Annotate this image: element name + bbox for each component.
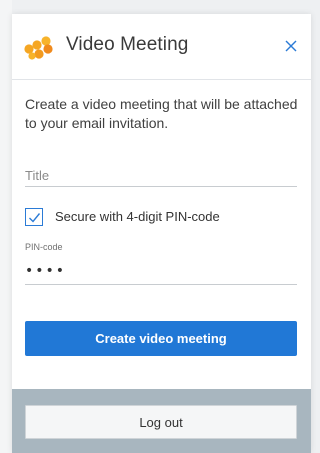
panel-title: Video Meeting xyxy=(66,34,189,55)
panel-footer: Log out xyxy=(12,389,311,453)
close-icon[interactable] xyxy=(282,37,300,55)
create-video-meeting-button[interactable]: Create video meeting xyxy=(25,321,297,356)
app-logo-icon xyxy=(24,36,58,60)
pin-code-label: PIN-code xyxy=(25,242,63,252)
checkmark-icon xyxy=(29,213,41,223)
panel-header: Video Meeting xyxy=(12,14,311,80)
title-underline xyxy=(25,186,297,187)
background-pane xyxy=(0,0,12,453)
pin-code-input[interactable] xyxy=(25,260,297,282)
secure-pin-checkbox[interactable] xyxy=(25,208,43,226)
log-out-button[interactable]: Log out xyxy=(25,405,297,439)
pin-underline xyxy=(25,284,297,285)
secure-pin-label[interactable]: Secure with 4-digit PIN-code xyxy=(55,209,220,224)
video-meeting-panel: Video Meeting Create a video meeting tha… xyxy=(12,14,311,453)
description-text: Create a video meeting that will be atta… xyxy=(25,96,298,131)
title-input[interactable] xyxy=(25,164,297,186)
